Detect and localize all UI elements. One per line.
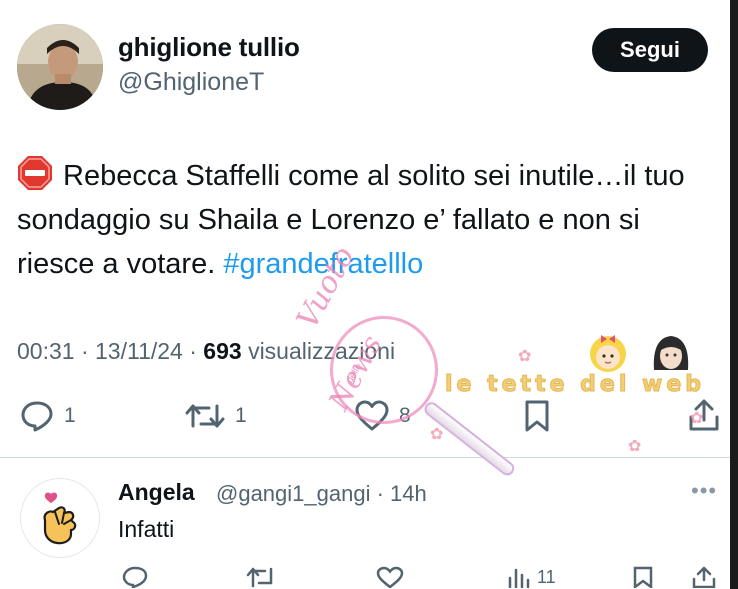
author-display-name[interactable]: ghiglione tullio <box>118 32 300 63</box>
reply-bubble-icon <box>21 401 53 432</box>
reply-author-handle[interactable]: @gangi1_gangi <box>216 481 370 506</box>
bookmark-icon <box>525 400 549 432</box>
share-icon <box>692 566 716 588</box>
author-avatar[interactable] <box>17 24 103 110</box>
cartoon-girl-dark-icon <box>653 336 689 370</box>
retweet-icon <box>185 404 225 428</box>
views-chart-icon <box>508 568 530 588</box>
reply-author-avatar[interactable] <box>20 478 100 558</box>
retweet-count: 1 <box>235 404 247 427</box>
retweet-action[interactable]: 1 <box>185 400 247 432</box>
reply-meta-separator: · <box>376 481 384 506</box>
meta-separator: · <box>80 338 89 364</box>
retweet-icon <box>246 567 273 588</box>
follow-button[interactable]: Segui <box>592 28 708 72</box>
reply-views-action[interactable]: 11 <box>507 566 556 588</box>
reply-like-action[interactable] <box>376 566 404 588</box>
paw-print-icon: ✿ <box>628 438 642 455</box>
more-options-icon[interactable]: ••• <box>691 478 717 504</box>
reply-share-action[interactable] <box>692 566 716 588</box>
bookmark-action[interactable] <box>524 399 550 433</box>
user-photo-avatar-icon <box>17 24 103 110</box>
finger-heart-emoji-icon <box>43 492 77 545</box>
reply-reply-action[interactable] <box>122 566 148 588</box>
reply-bookmark-action[interactable] <box>633 566 653 588</box>
bookmark-icon <box>633 566 653 588</box>
paw-print-icon: ✿ <box>430 426 444 443</box>
stop-sign-icon <box>18 156 52 190</box>
reply-bubble-icon <box>122 566 148 588</box>
reply-retweet-action[interactable] <box>246 566 278 588</box>
tweet-text: Rebecca Staffelli come al solito sei inu… <box>17 154 707 286</box>
tweet-date[interactable]: 13/11/24 <box>95 338 183 364</box>
heart-icon <box>376 566 404 588</box>
cartoon-girl-blonde-icon <box>590 335 626 372</box>
reply-author-handle-line: @gangi1_gangi · 14h <box>216 481 427 507</box>
author-handle[interactable]: @GhiglioneT <box>118 68 264 97</box>
screen-edge-frame <box>730 0 738 589</box>
reply-count: 1 <box>64 404 76 427</box>
meta-separator: · <box>189 338 197 364</box>
reply-time[interactable]: 14h <box>390 481 427 506</box>
reply-views-count: 11 <box>537 566 556 587</box>
reply-text: Infatti <box>118 516 175 542</box>
paw-print-icon: ✿ <box>690 410 704 427</box>
reply-author-name[interactable]: Angela <box>118 479 195 506</box>
views-count[interactable]: 693 <box>203 338 241 364</box>
tweet-time[interactable]: 00:31 <box>17 338 75 364</box>
divider <box>0 457 730 458</box>
paw-print-icon: ✿ <box>518 348 532 365</box>
reply-action[interactable]: 1 <box>20 400 76 432</box>
